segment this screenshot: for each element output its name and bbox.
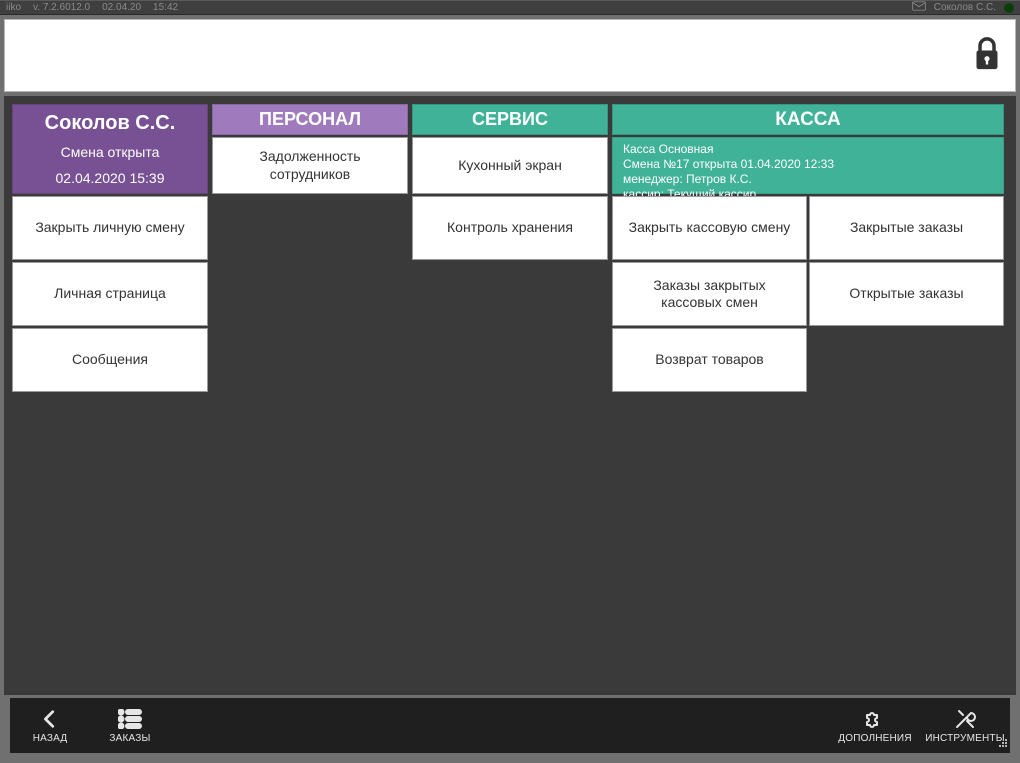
tools-label: ИНСТРУМЕНТЫ xyxy=(925,733,1005,744)
return-goods-button[interactable]: Возврат товаров xyxy=(612,328,807,392)
mail-icon[interactable] xyxy=(912,1,926,14)
employee-debts-button[interactable]: Задолженность сотрудников xyxy=(212,137,408,194)
kitchen-screen-button[interactable]: Кухонный экран xyxy=(412,137,608,194)
cash-header-tile: КАССА xyxy=(612,104,1004,135)
cash-register-name: Касса Основная xyxy=(623,142,713,157)
orders-label: ЗАКАЗЫ xyxy=(109,733,150,744)
back-button[interactable]: НАЗАД xyxy=(10,698,90,753)
addons-label: ДОПОЛНЕНИЯ xyxy=(838,733,912,744)
user-name: Соколов С.С. xyxy=(45,111,176,136)
cash-manager: менеджер: Петров К.С. xyxy=(623,172,752,187)
status-indicator-icon xyxy=(1004,3,1014,13)
column-cash: КАССА Касса Основная Смена №17 открыта 0… xyxy=(612,104,1004,392)
user-header-tile: Соколов С.С. Смена открыта 02.04.2020 15… xyxy=(12,104,208,194)
workarea: Соколов С.С. Смена открыта 02.04.2020 15… xyxy=(4,96,1016,695)
storage-control-button[interactable]: Контроль хранения xyxy=(412,196,608,260)
cash-info-tile: Касса Основная Смена №17 открыта 01.04.2… xyxy=(612,137,1004,194)
column-service: СЕРВИС Кухонный экран Контроль хранения xyxy=(412,104,608,260)
addons-button[interactable]: ДОПОЛНЕНИЯ xyxy=(830,698,920,753)
app-version: v. 7.2.6012.0 xyxy=(33,2,90,13)
back-label: НАЗАД xyxy=(33,733,68,744)
column-user: Соколов С.С. Смена открыта 02.04.2020 15… xyxy=(12,104,208,392)
resize-grip-icon[interactable] xyxy=(998,738,1008,751)
shift-opened-time: 02.04.2020 15:39 xyxy=(56,170,165,188)
service-header-tile: СЕРВИС xyxy=(412,104,608,135)
orders-button[interactable]: ЗАКАЗЫ xyxy=(90,698,170,753)
app-name: iiko xyxy=(6,2,21,13)
messages-button[interactable]: Сообщения xyxy=(12,328,208,392)
personal-page-button[interactable]: Личная страница xyxy=(12,262,208,326)
list-icon xyxy=(118,707,142,731)
close-cash-shift-button[interactable]: Закрыть кассовую смену xyxy=(612,196,807,260)
status-time: 15:42 xyxy=(153,2,178,13)
cash-shift-info: Смена №17 открыта 01.04.2020 12:33 xyxy=(623,157,834,172)
status-user: Соколов С.С. xyxy=(934,2,996,13)
tools-button[interactable]: ИНСТРУМЕНТЫ xyxy=(920,698,1010,753)
open-orders-button[interactable]: Открытые заказы xyxy=(809,262,1004,326)
close-personal-shift-button[interactable]: Закрыть личную смену xyxy=(12,196,208,260)
puzzle-icon xyxy=(863,707,887,731)
lock-icon[interactable] xyxy=(973,34,1001,79)
column-staff: ПЕРСОНАЛ Задолженность сотрудников xyxy=(212,104,408,194)
shift-status-label: Смена открыта xyxy=(61,144,160,162)
closed-orders-button[interactable]: Закрытые заказы xyxy=(809,196,1004,260)
top-bar xyxy=(4,19,1016,92)
chevron-left-icon xyxy=(39,707,61,731)
status-date: 02.04.20 xyxy=(102,2,141,13)
bottom-bar: НАЗАД ЗАКАЗЫ ДОПОЛНЕНИЯ ИНСТРУМЕНТЫ xyxy=(10,698,1010,753)
tools-icon xyxy=(953,707,977,731)
closed-shift-orders-button[interactable]: Заказы закрытых кассовых смен xyxy=(612,262,807,326)
status-bar: iiko v. 7.2.6012.0 02.04.20 15:42 Соколо… xyxy=(0,0,1020,15)
staff-header-tile: ПЕРСОНАЛ xyxy=(212,104,408,135)
